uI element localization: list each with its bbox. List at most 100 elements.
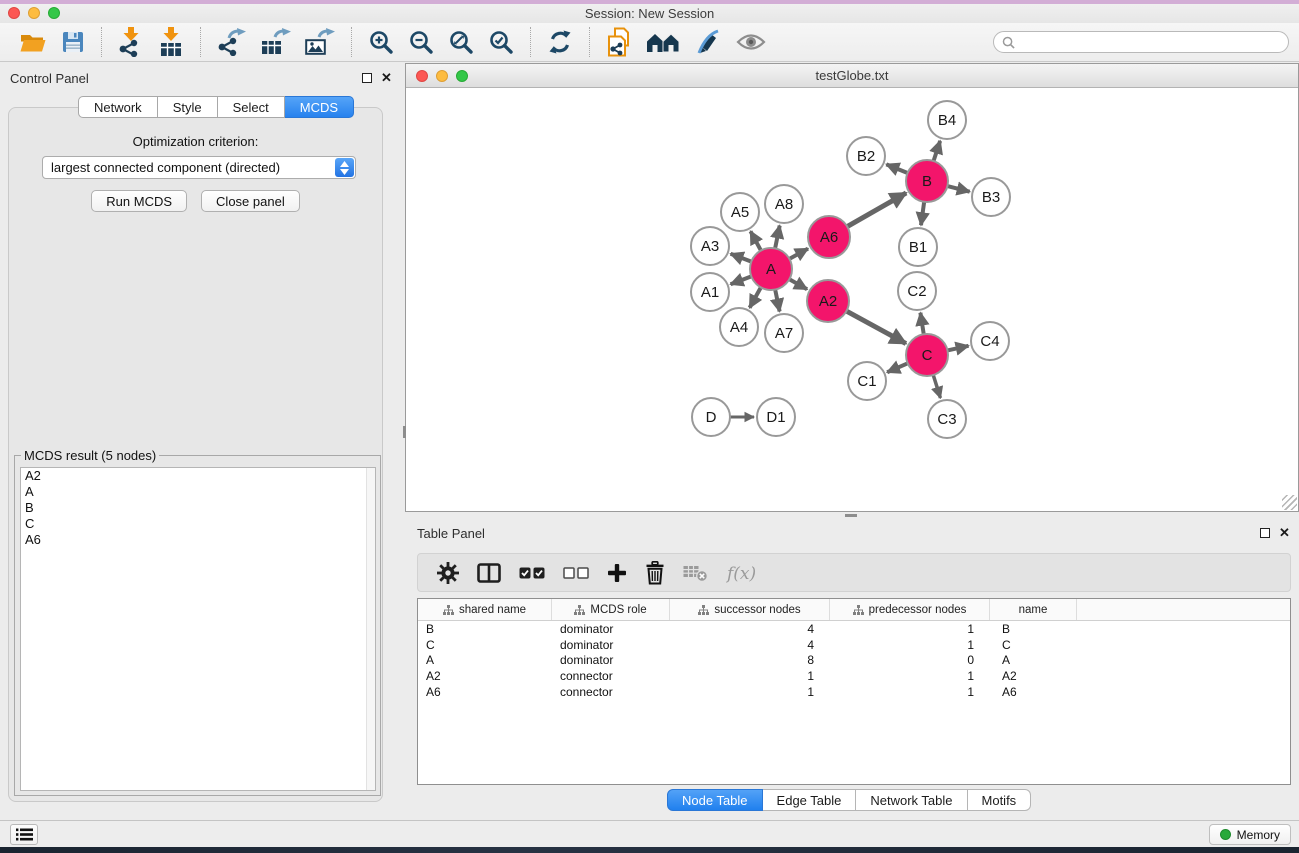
result-item[interactable]: A2 (21, 468, 375, 484)
tab-select[interactable]: Select (218, 96, 285, 118)
zoom-fit-button[interactable] (441, 25, 481, 59)
table-row[interactable]: Cdominator41C (418, 637, 1290, 653)
network-minimize-button[interactable] (436, 70, 448, 82)
float-table-panel-icon[interactable] (1260, 528, 1270, 538)
graph-edge-B-B1[interactable] (921, 202, 924, 225)
table-cell[interactable]: 1 (670, 685, 830, 699)
graph-edge-A-A1[interactable] (731, 276, 752, 284)
table-row[interactable]: Adominator80A (418, 653, 1290, 669)
vertical-splitter-handle[interactable] (403, 426, 406, 438)
table-settings-button[interactable] (428, 556, 468, 590)
table-cell[interactable]: B (990, 622, 1077, 636)
table-cell[interactable]: 0 (830, 653, 990, 667)
table-cell[interactable]: C (418, 638, 552, 652)
minimize-window-button[interactable] (28, 7, 40, 19)
column-header-name[interactable]: name (990, 599, 1077, 620)
close-window-button[interactable] (8, 7, 20, 19)
graph-edge-C-C2[interactable] (920, 313, 923, 335)
select-all-button[interactable] (510, 556, 554, 590)
horizontal-splitter-handle[interactable] (845, 514, 857, 517)
graph-edge-B-B2[interactable] (886, 164, 907, 173)
open-session-button[interactable] (12, 25, 54, 59)
window-resize-grip[interactable] (1282, 495, 1297, 510)
graph-edge-A-A4[interactable] (750, 287, 761, 307)
tab-network[interactable]: Network (78, 96, 158, 118)
column-header-successor-nodes[interactable]: successor nodes (670, 599, 830, 620)
result-item[interactable]: C (21, 516, 375, 532)
graph-edge-A-A2[interactable] (789, 279, 807, 289)
table-cell[interactable]: 1 (830, 638, 990, 652)
network-close-button[interactable] (416, 70, 428, 82)
column-header-shared-name[interactable]: shared name (418, 599, 552, 620)
network-zoom-button[interactable] (456, 70, 468, 82)
zoom-window-button[interactable] (48, 7, 60, 19)
table-cell[interactable]: C (990, 638, 1077, 652)
memory-button[interactable]: Memory (1209, 824, 1291, 845)
graph-edge-A-A5[interactable] (751, 231, 761, 250)
table-cell[interactable]: A6 (418, 685, 552, 699)
show-hidden-button[interactable] (729, 25, 773, 59)
table-cell[interactable]: 1 (670, 669, 830, 683)
home-button[interactable] (639, 25, 687, 59)
graph-edge-C-C4[interactable] (947, 346, 968, 351)
close-table-panel-icon[interactable]: ✕ (1279, 528, 1290, 538)
import-table-button[interactable] (151, 25, 191, 59)
table-cell[interactable]: A (990, 653, 1077, 667)
graph-edge-A-A8[interactable] (775, 226, 780, 249)
graph-edge-C-C3[interactable] (933, 375, 940, 398)
graph-edge-A6-B[interactable] (847, 193, 906, 227)
result-item[interactable]: B (21, 500, 375, 516)
run-mcds-button[interactable]: Run MCDS (91, 190, 187, 212)
save-session-button[interactable] (54, 25, 92, 59)
export-network-button[interactable] (210, 25, 254, 59)
mcds-result-list[interactable]: A2ABCA6 (20, 467, 376, 791)
table-cell[interactable]: 4 (670, 622, 830, 636)
table-cell[interactable]: dominator (552, 622, 670, 636)
tab-node-table[interactable]: Node Table (667, 789, 763, 811)
search-input[interactable] (1020, 35, 1280, 49)
graph-edge-A-A6[interactable] (789, 249, 808, 259)
network-canvas[interactable]: B4B2BB3A8A5A6A3B1AC2A1A2A4A7C4CC1DD1C3 (406, 88, 1298, 511)
zoom-selected-button[interactable] (481, 25, 521, 59)
clone-network-button[interactable] (599, 25, 639, 59)
result-item[interactable]: A6 (21, 532, 375, 548)
table-cell[interactable]: connector (552, 685, 670, 699)
node-table[interactable]: shared nameMCDS rolesuccessor nodesprede… (417, 598, 1291, 785)
zoom-in-button[interactable] (361, 25, 401, 59)
graph-edge-B-B4[interactable] (934, 141, 941, 161)
table-cell[interactable]: B (418, 622, 552, 636)
graph-edge-A2-C[interactable] (846, 311, 905, 343)
close-panel-icon[interactable]: ✕ (381, 73, 392, 83)
tab-edge-table[interactable]: Edge Table (763, 789, 857, 811)
zoom-out-button[interactable] (401, 25, 441, 59)
table-cell[interactable]: dominator (552, 653, 670, 667)
export-table-button[interactable] (254, 25, 298, 59)
float-panel-icon[interactable] (362, 73, 372, 83)
graph-edge-C-C1[interactable] (887, 363, 908, 372)
graph-edge-B-B3[interactable] (947, 186, 969, 192)
delete-column-button[interactable] (636, 556, 674, 590)
graph-edge-A-A7[interactable] (775, 290, 779, 312)
table-cell[interactable]: A6 (990, 685, 1077, 699)
import-network-button[interactable] (111, 25, 151, 59)
result-list-scrollbar[interactable] (366, 468, 375, 790)
table-cell[interactable]: A (418, 653, 552, 667)
table-cell[interactable]: connector (552, 669, 670, 683)
tab-mcds[interactable]: MCDS (285, 96, 354, 118)
split-panel-button[interactable] (468, 556, 510, 590)
table-cell[interactable]: 8 (670, 653, 830, 667)
table-cell[interactable]: A2 (418, 669, 552, 683)
hide-annotations-button[interactable] (687, 25, 729, 59)
result-item[interactable]: A (21, 484, 375, 500)
table-row[interactable]: Bdominator41B (418, 621, 1290, 637)
task-history-button[interactable] (10, 824, 38, 845)
close-panel-button[interactable]: Close panel (201, 190, 300, 212)
function-builder-button[interactable]: f(x) (717, 556, 771, 590)
table-cell[interactable]: dominator (552, 638, 670, 652)
tab-network-table[interactable]: Network Table (856, 789, 967, 811)
column-header-predecessor-nodes[interactable]: predecessor nodes (830, 599, 990, 620)
table-cell[interactable]: 4 (670, 638, 830, 652)
tab-motifs[interactable]: Motifs (968, 789, 1032, 811)
table-cell[interactable]: 1 (830, 622, 990, 636)
delete-table-button[interactable] (674, 556, 717, 590)
